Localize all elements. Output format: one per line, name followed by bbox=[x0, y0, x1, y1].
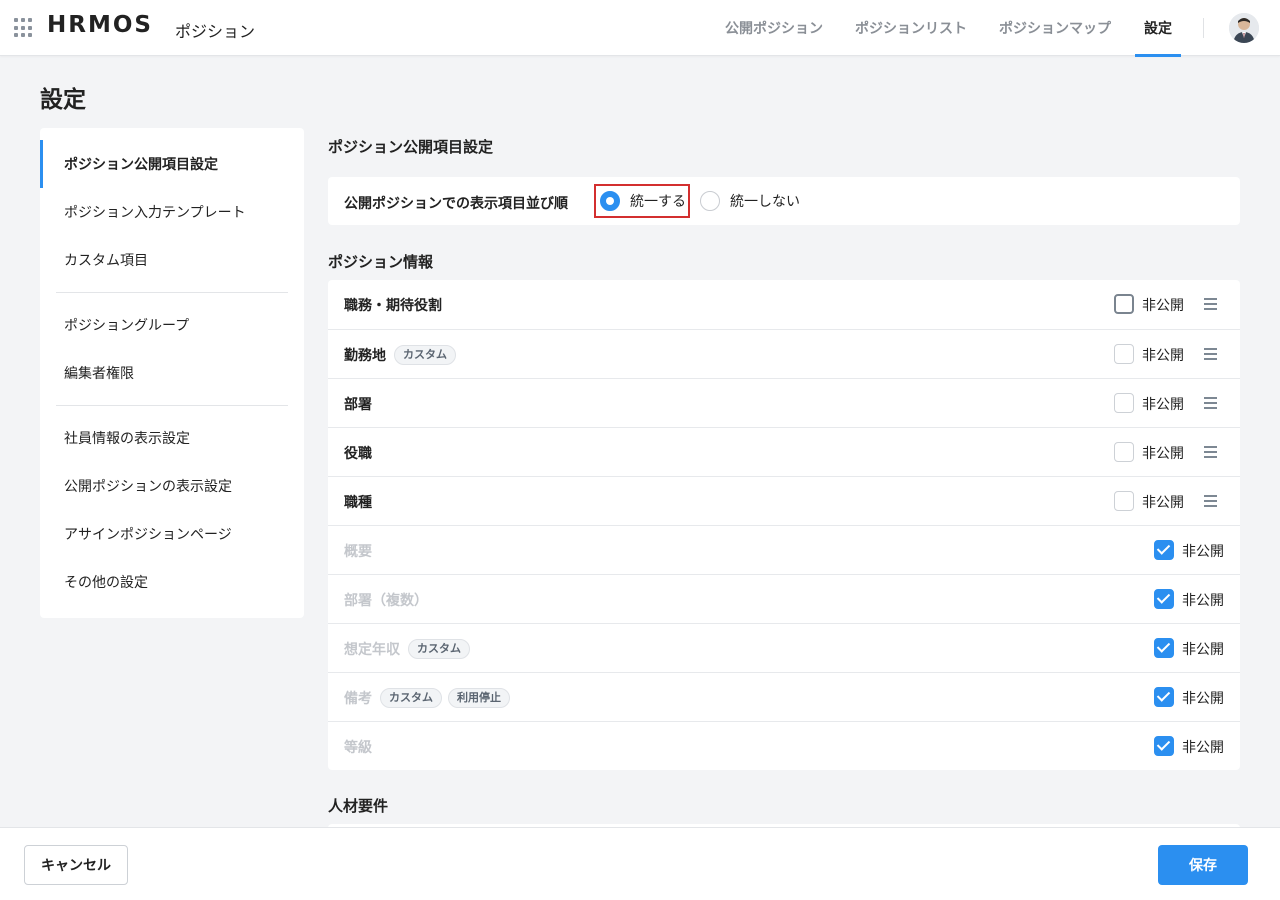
table-row: 職種 非公開 bbox=[328, 476, 1240, 525]
row-label: 職務・期待役割 bbox=[344, 280, 442, 329]
table-row: 部署 非公開 bbox=[328, 378, 1240, 427]
row-label: 備考 カスタム 利用停止 bbox=[344, 673, 510, 722]
row-label-text: 部署 bbox=[344, 396, 372, 413]
hide-checkbox[interactable] bbox=[1154, 736, 1174, 756]
row-label: 職種 bbox=[344, 477, 372, 526]
nav-position-map[interactable]: ポジションマップ bbox=[999, 0, 1111, 56]
table-row: 概要 非公開 bbox=[328, 525, 1240, 574]
hide-checkbox[interactable] bbox=[1114, 294, 1134, 314]
row-label: 部署（複数） bbox=[344, 575, 428, 624]
drag-handle-icon[interactable] bbox=[1204, 446, 1218, 458]
display-order-card: 公開ポジションでの表示項目並び順 統一する 統一しない bbox=[328, 177, 1240, 225]
radio-not-unify-icon[interactable] bbox=[700, 191, 720, 211]
app-switcher-grid-icon[interactable] bbox=[14, 18, 34, 38]
product-name: ポジション bbox=[175, 22, 256, 41]
row-label-text: 等級 bbox=[344, 739, 372, 756]
position-info-title: ポジション情報 bbox=[328, 253, 434, 271]
hide-checkbox-label: 非公開 bbox=[1182, 543, 1224, 560]
display-order-label: 公開ポジションでの表示項目並び順 bbox=[344, 196, 568, 212]
radio-not-unify-label: 統一しない bbox=[730, 194, 800, 210]
table-row: 等級 非公開 bbox=[328, 721, 1240, 770]
drag-handle-icon[interactable] bbox=[1204, 397, 1218, 409]
hide-checkbox-label: 非公開 bbox=[1182, 592, 1224, 609]
top-header: HRMOS ポジション 公開ポジション ポジションリスト ポジションマップ 設定 bbox=[0, 0, 1280, 57]
tag-badge: カスタム bbox=[394, 344, 456, 365]
user-avatar-icon bbox=[1229, 13, 1259, 43]
nav-settings[interactable]: 設定 bbox=[1135, 0, 1181, 57]
hide-checkbox-label: 非公開 bbox=[1182, 641, 1224, 658]
sidebar-item-position-group[interactable]: ポジショングループ bbox=[40, 301, 304, 349]
table-row: 役職 非公開 bbox=[328, 427, 1240, 476]
row-label-text: 職務・期待役割 bbox=[344, 297, 442, 314]
radio-not-unify[interactable]: 統一しない bbox=[700, 191, 800, 211]
tag-badge: カスタム bbox=[408, 638, 470, 659]
cancel-button[interactable]: キャンセル bbox=[24, 845, 128, 885]
footer-bar: キャンセル 保存 bbox=[0, 827, 1280, 900]
table-row: 備考 カスタム 利用停止 非公開 bbox=[328, 672, 1240, 721]
hide-checkbox-label: 非公開 bbox=[1182, 739, 1224, 756]
drag-handle-icon[interactable] bbox=[1204, 495, 1218, 507]
sidebar-divider bbox=[56, 292, 288, 293]
hide-checkbox[interactable] bbox=[1154, 687, 1174, 707]
nav-position-list[interactable]: ポジションリスト bbox=[855, 0, 967, 56]
row-label-text: 部署（複数） bbox=[344, 592, 428, 609]
sidebar-item-editor-permissions[interactable]: 編集者権限 bbox=[40, 349, 304, 397]
sidebar-item-public-position-display[interactable]: 公開ポジションの表示設定 bbox=[40, 462, 304, 510]
header-divider bbox=[1203, 18, 1204, 38]
hide-checkbox-label: 非公開 bbox=[1142, 445, 1184, 462]
hide-checkbox[interactable] bbox=[1154, 540, 1174, 560]
sidebar-item-public-field-settings[interactable]: ポジション公開項目設定 bbox=[40, 140, 304, 188]
hide-checkbox[interactable] bbox=[1154, 638, 1174, 658]
hide-checkbox-label: 非公開 bbox=[1142, 494, 1184, 511]
row-label-text: 概要 bbox=[344, 543, 372, 560]
section-title: ポジション公開項目設定 bbox=[328, 138, 494, 156]
table-row: 職務・期待役割 非公開 bbox=[328, 280, 1240, 329]
radio-unify-icon[interactable] bbox=[600, 191, 620, 211]
save-button[interactable]: 保存 bbox=[1158, 845, 1248, 885]
hide-checkbox[interactable] bbox=[1114, 442, 1134, 462]
hide-checkbox[interactable] bbox=[1114, 491, 1134, 511]
table-row: 勤務地 カスタム 非公開 bbox=[328, 329, 1240, 378]
tag-badge: カスタム bbox=[380, 687, 442, 708]
hide-checkbox-label: 非公開 bbox=[1142, 297, 1184, 314]
user-avatar[interactable] bbox=[1229, 13, 1259, 43]
sidebar-item-other-settings[interactable]: その他の設定 bbox=[40, 558, 304, 606]
hide-checkbox-label: 非公開 bbox=[1182, 690, 1224, 707]
position-info-card: 職務・期待役割 非公開 勤務地 カスタム 非公開 部署 非公開 役職 非公開 職種 非公開 概要 非公開… bbox=[328, 280, 1240, 770]
radio-unify-label: 統一する bbox=[630, 194, 686, 210]
settings-sidebar: ポジション公開項目設定 ポジション入力テンプレート カスタム項目 ポジショングル… bbox=[40, 128, 304, 618]
row-label-text: 職種 bbox=[344, 494, 372, 511]
row-label-text: 勤務地 bbox=[344, 347, 386, 364]
sidebar-item-custom-fields[interactable]: カスタム項目 bbox=[40, 236, 304, 284]
row-label: 部署 bbox=[344, 379, 372, 428]
row-label: 概要 bbox=[344, 526, 372, 575]
hide-checkbox-label: 非公開 bbox=[1142, 347, 1184, 364]
sidebar-item-input-template[interactable]: ポジション入力テンプレート bbox=[40, 188, 304, 236]
tag-badge: 利用停止 bbox=[448, 687, 510, 708]
drag-handle-icon[interactable] bbox=[1204, 298, 1218, 310]
talent-requirements-title: 人材要件 bbox=[328, 797, 389, 815]
hide-checkbox-label: 非公開 bbox=[1142, 396, 1184, 413]
row-label: 役職 bbox=[344, 428, 372, 477]
radio-unify[interactable]: 統一する bbox=[600, 191, 686, 211]
sidebar-divider bbox=[56, 405, 288, 406]
sidebar-item-employee-display[interactable]: 社員情報の表示設定 bbox=[40, 414, 304, 462]
row-label-text: 備考 bbox=[344, 690, 372, 707]
row-label: 想定年収 カスタム bbox=[344, 624, 470, 673]
hide-checkbox[interactable] bbox=[1114, 344, 1134, 364]
row-label-text: 役職 bbox=[344, 445, 372, 462]
table-row: 部署（複数） 非公開 bbox=[328, 574, 1240, 623]
hide-checkbox[interactable] bbox=[1114, 393, 1134, 413]
sidebar-item-assign-position-page[interactable]: アサインポジションページ bbox=[40, 510, 304, 558]
drag-handle-icon[interactable] bbox=[1204, 348, 1218, 360]
row-label-text: 想定年収 bbox=[344, 641, 400, 658]
hide-checkbox[interactable] bbox=[1154, 589, 1174, 609]
nav-public-positions[interactable]: 公開ポジション bbox=[725, 0, 823, 56]
row-label: 等級 bbox=[344, 722, 372, 771]
table-row: 想定年収 カスタム 非公開 bbox=[328, 623, 1240, 672]
hrmos-logo[interactable]: HRMOS bbox=[47, 12, 153, 38]
page-title: 設定 bbox=[40, 87, 86, 113]
row-label: 勤務地 カスタム bbox=[344, 330, 456, 379]
